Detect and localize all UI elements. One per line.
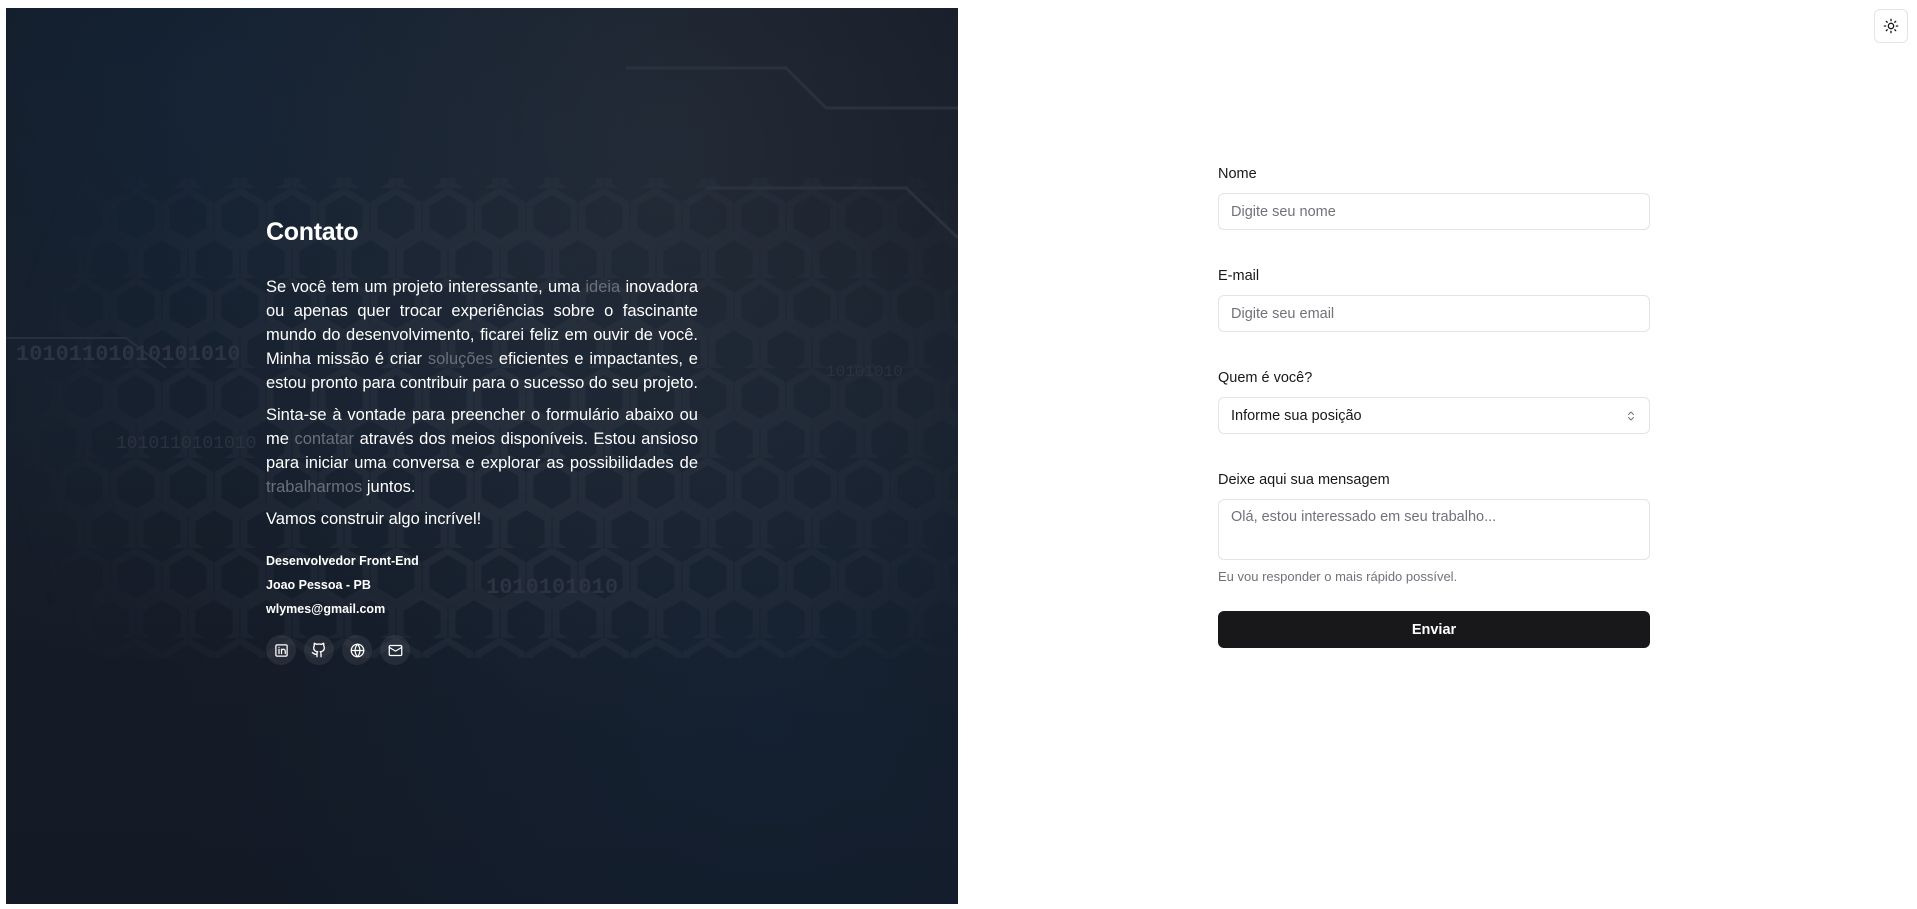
social-links xyxy=(266,635,698,665)
message-textarea[interactable] xyxy=(1218,499,1650,560)
mail-icon xyxy=(388,644,402,656)
svg-text:10101101010101010: 10101101010101010 xyxy=(16,342,240,367)
contact-hero-panel: 10101101010101010 1010110101010 10101010… xyxy=(6,8,958,904)
highlight-word: soluções xyxy=(427,350,493,368)
highlight-word: ideia xyxy=(585,278,621,296)
email-text: wlymes@gmail.com xyxy=(266,602,386,616)
message-hint: Eu vou responder o mais rápido possível. xyxy=(1218,569,1458,584)
contact-form: Nome E-mail Quem é você? Informe sua pos… xyxy=(1218,166,1650,648)
chevrons-up-down-icon xyxy=(1628,411,1634,420)
linkedin-icon xyxy=(274,643,288,657)
role-label: Quem é você? xyxy=(1218,370,1313,386)
intro-paragraph: Se você tem um projeto interessante, uma… xyxy=(266,275,698,395)
linkedin-link[interactable] xyxy=(266,635,296,665)
role-field-group: Quem é você? Informe sua posição xyxy=(1218,370,1650,434)
svg-text:10101010: 10101010 xyxy=(826,363,903,381)
page-title: Contato xyxy=(266,218,359,246)
role-select-value: Informe sua posição xyxy=(1231,407,1362,424)
website-link[interactable] xyxy=(342,635,372,665)
message-label: Deixe aqui sua mensagem xyxy=(1218,472,1390,488)
email-field-group: E-mail xyxy=(1218,268,1650,332)
hero-content: Contato Se você tem um projeto interessa… xyxy=(266,218,698,665)
globe-icon xyxy=(350,643,364,657)
email-input[interactable] xyxy=(1218,295,1650,332)
github-icon xyxy=(311,642,326,658)
highlight-word: contatar xyxy=(294,430,355,448)
closing-line: Vamos construir algo incrível! xyxy=(266,510,482,528)
invite-paragraph: Sinta-se à vontade para preencher o form… xyxy=(266,403,698,499)
name-label: Nome xyxy=(1218,166,1257,182)
location-text: Joao Pessoa - PB xyxy=(266,578,371,592)
github-link[interactable] xyxy=(304,635,334,665)
invite-text: juntos. xyxy=(362,478,416,496)
role-text: Desenvolvedor Front-End xyxy=(266,554,419,568)
email-label: E-mail xyxy=(1218,268,1260,284)
theme-toggle-button[interactable] xyxy=(1874,9,1908,43)
intro-text: Se você tem um projeto interessante, uma xyxy=(266,278,586,296)
role-select[interactable]: Informe sua posição xyxy=(1218,397,1650,434)
svg-text:1010110101010: 1010110101010 xyxy=(116,434,256,454)
name-input[interactable] xyxy=(1218,193,1650,230)
submit-button[interactable]: Enviar xyxy=(1218,611,1650,648)
email-link[interactable] xyxy=(380,635,410,665)
highlight-word: trabalharmos xyxy=(266,478,363,496)
message-field-group: Deixe aqui sua mensagem Eu vou responder… xyxy=(1218,472,1650,584)
name-field-group: Nome xyxy=(1218,166,1650,230)
sun-icon xyxy=(1883,18,1899,34)
